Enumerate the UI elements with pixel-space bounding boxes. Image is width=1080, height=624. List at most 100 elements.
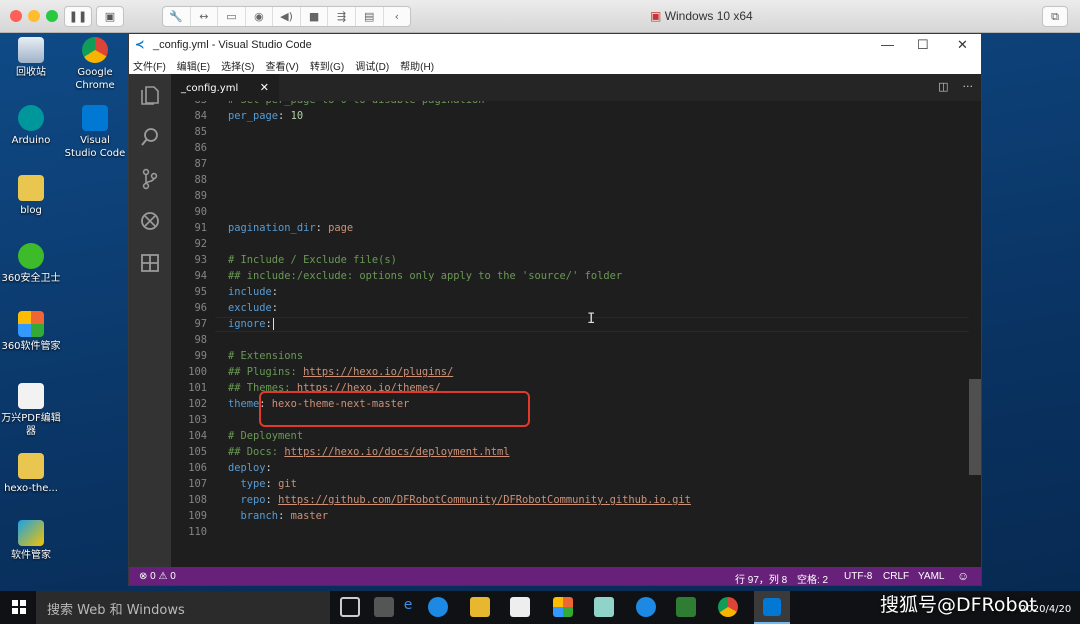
desktop-icon-blog[interactable]: blog — [0, 175, 62, 217]
menu-selection[interactable]: 选择(S) — [221, 58, 254, 73]
sound-icon[interactable]: ◀) — [273, 7, 301, 26]
desktop-icon-software-manager[interactable]: 软件管家 — [0, 520, 62, 562]
network-icon[interactable]: ↔ — [191, 7, 219, 26]
search-icon[interactable] — [139, 126, 161, 148]
encoding[interactable]: UTF-8 — [844, 571, 872, 582]
indentation[interactable]: 空格: 2 — [797, 571, 828, 586]
code-token: : — [265, 478, 279, 490]
activity-bar — [129, 74, 171, 567]
current-line-highlight — [215, 317, 981, 332]
code-token: exclude — [228, 302, 272, 314]
ie-icon[interactable] — [636, 597, 656, 617]
menu-help[interactable]: 帮助(H) — [400, 58, 434, 73]
language-mode[interactable]: YAML — [918, 571, 945, 582]
code-token: ## Docs: — [228, 446, 285, 458]
app-taskbar-icon[interactable] — [594, 597, 614, 617]
window-titlebar: ≺ _config.yml - Visual Studio Code — ☐ ✕ — [129, 34, 981, 56]
code-token: : — [265, 462, 272, 474]
close-icon[interactable]: ✕ — [957, 37, 968, 53]
split-editor-icon[interactable]: ◫ — [938, 80, 948, 93]
watermark: 搜狐号@DFRobot — [880, 594, 1037, 616]
store-apps-icon[interactable] — [374, 597, 394, 617]
line-number: 110 — [188, 526, 207, 538]
windows-start-icon[interactable] — [12, 600, 26, 614]
code-token[interactable]: https://hexo.io/docs/deployment.html — [284, 446, 509, 458]
file-explorer-icon[interactable] — [470, 597, 490, 617]
wrench-icon[interactable]: 🔧 — [163, 7, 191, 26]
explorer-icon[interactable] — [139, 84, 161, 106]
line-number: 99 — [194, 350, 207, 362]
maximize-icon[interactable]: ☐ — [917, 37, 929, 53]
debug-icon[interactable] — [139, 210, 161, 232]
menu-go[interactable]: 转到(G) — [310, 58, 344, 73]
code-token: pagination_dir — [228, 222, 316, 234]
fullscreen-icon[interactable]: ⧉ — [1042, 6, 1068, 27]
usb-icon[interactable]: ⇶ — [328, 7, 356, 26]
tab-config-yml[interactable]: _config.yml ✕ — [171, 74, 279, 101]
status-bar: ⊗ 0 ⚠ 0 行 97，列 8 空格: 2 UTF-8 CRLF YAML ☺ — [129, 567, 981, 586]
camera-icon[interactable]: ■ — [301, 7, 329, 26]
edge-icon[interactable] — [428, 597, 448, 617]
folder-share-icon[interactable]: ▤ — [356, 7, 384, 26]
desktop-icon-360-software[interactable]: 360软件管家 — [0, 311, 62, 353]
more-actions-icon[interactable]: ··· — [963, 80, 974, 93]
code-token: : — [265, 494, 279, 506]
close-traffic-light[interactable] — [10, 10, 22, 22]
close-tab-icon[interactable]: ✕ — [260, 81, 269, 94]
line-number: 100 — [188, 366, 207, 378]
zoom-traffic-light[interactable] — [46, 10, 58, 22]
code-line: pagination_dir: page — [228, 222, 353, 234]
pause-icon[interactable]: ❚❚ — [64, 6, 92, 27]
code-line: ## include:/exclude: options only apply … — [228, 270, 622, 282]
desktop-icon-vscode[interactable]: Visual Studio Code — [64, 105, 126, 160]
desktop-icon-hexo-theme[interactable]: hexo-the... — [0, 453, 62, 495]
text-cursor-icon: I — [587, 311, 596, 327]
minimize-traffic-light[interactable] — [28, 10, 40, 22]
shield-icon[interactable] — [676, 597, 696, 617]
line-number: 104 — [188, 430, 207, 442]
line-number: 108 — [188, 494, 207, 506]
menu-view[interactable]: 查看(V) — [265, 58, 298, 73]
menu-debug[interactable]: 调试(D) — [355, 58, 389, 73]
code-line: ## Docs: https://hexo.io/docs/deployment… — [228, 446, 510, 458]
chrome-taskbar-icon[interactable] — [718, 597, 738, 617]
vscode-taskbar-button[interactable] — [754, 591, 790, 624]
software-manager-icon — [18, 520, 44, 546]
scrollbar-thumb[interactable] — [969, 379, 981, 475]
line-ending[interactable]: CRLF — [883, 571, 909, 582]
edge-small-icon[interactable]: e — [398, 597, 418, 617]
360-software-taskbar-icon[interactable] — [553, 597, 573, 617]
code-editor[interactable]: 83 # Set per_page to 0 to disable paginat… — [171, 101, 981, 567]
code-token: 10 — [290, 110, 304, 122]
feedback-icon[interactable]: ☺ — [957, 569, 969, 583]
code-token[interactable]: https://github.com/DFRobotCommunity/DFRo… — [278, 494, 691, 506]
code-token: theme — [228, 398, 260, 410]
user-icon[interactable]: ◉ — [246, 7, 274, 26]
code-line: include: — [228, 286, 278, 298]
vertical-scrollbar[interactable] — [969, 101, 981, 567]
task-view-icon[interactable] — [340, 597, 360, 617]
taskbar-search-input[interactable]: 搜索 Web 和 Windows — [36, 591, 330, 624]
snapshot-icon[interactable]: ▣ — [96, 6, 124, 27]
menu-file[interactable]: 文件(F) — [133, 58, 166, 73]
code-token[interactable]: https://hexo.io/plugins/ — [303, 366, 453, 378]
desktop-icon-arduino[interactable]: Arduino — [0, 105, 62, 147]
line-number: 89 — [194, 190, 207, 202]
hdd-icon[interactable]: ▭ — [218, 7, 246, 26]
cursor-position[interactable]: 行 97，列 8 — [735, 571, 787, 586]
collapse-icon[interactable]: ‹ — [384, 7, 411, 26]
desktop-icon-chrome[interactable]: Google Chrome — [64, 37, 126, 92]
minimize-icon[interactable]: — — [881, 37, 894, 52]
desktop-icon-360-security[interactable]: 360安全卫士 — [0, 243, 62, 285]
problems-indicator[interactable]: ⊗ 0 ⚠ 0 — [139, 571, 176, 582]
folder-icon — [18, 175, 44, 201]
code-line: deploy: — [228, 462, 272, 474]
desktop-icon-recycle-bin[interactable]: 回收站 — [0, 37, 62, 79]
menu-edit[interactable]: 编辑(E) — [177, 58, 210, 73]
line-number: 83 — [171, 101, 207, 106]
desktop-icon-pdf-editor[interactable]: 万兴PDF编辑器 — [0, 383, 62, 438]
store-icon[interactable] — [510, 597, 530, 617]
line-number: 91 — [194, 222, 207, 234]
source-control-icon[interactable] — [139, 168, 161, 190]
extensions-icon[interactable] — [139, 252, 161, 274]
